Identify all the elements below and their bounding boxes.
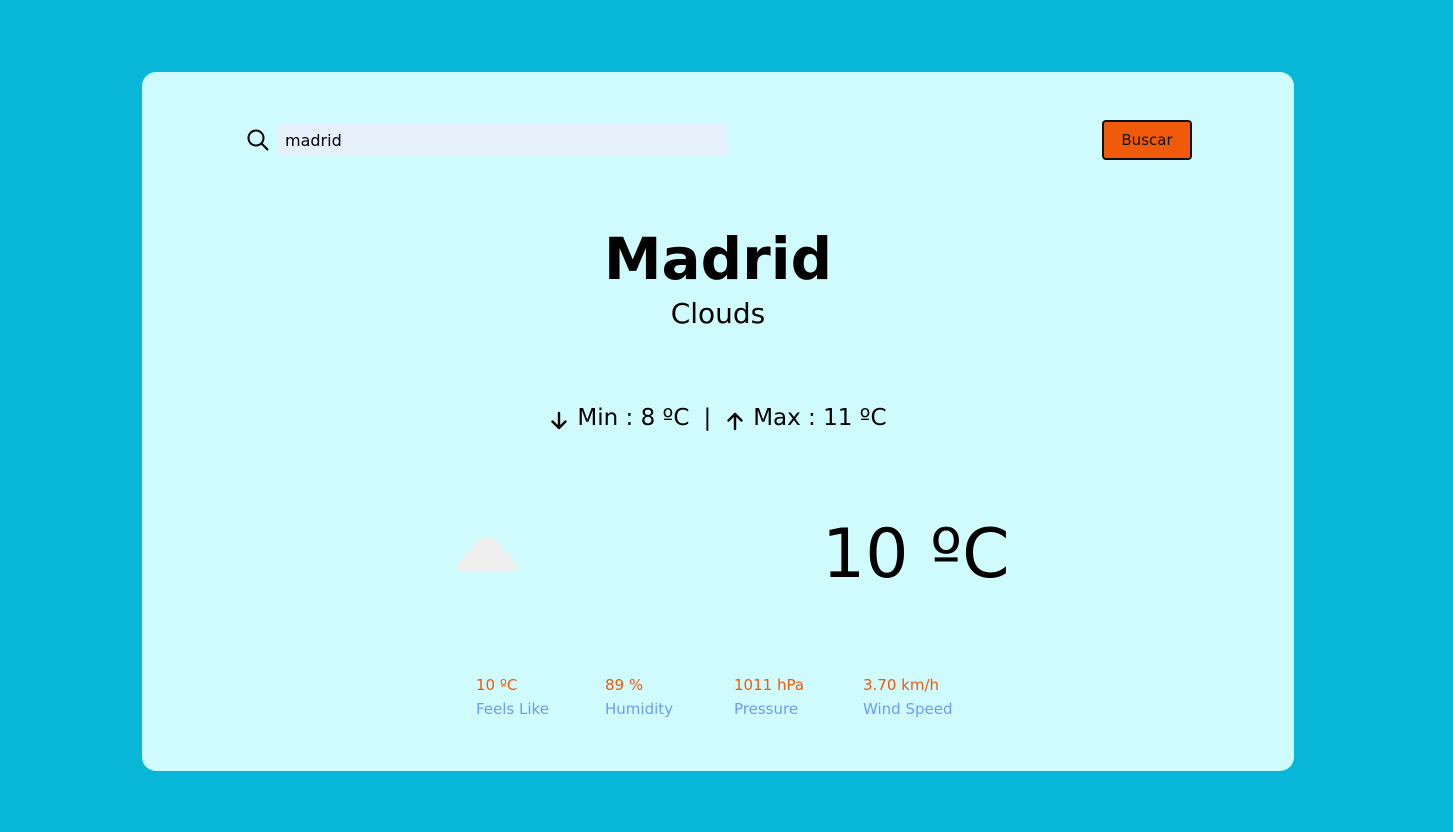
stat-label: Feels Like [476,700,549,718]
stat-label: Wind Speed [863,700,953,718]
weather-card: Buscar Madrid Clouds Min : 8 ºC | Max : … [142,72,1294,771]
stat-value: 10 ºC [476,676,518,694]
stat-value: 89 % [605,676,644,694]
stat-label: Humidity [605,700,674,718]
arrow-up-icon [725,408,745,431]
stat-pressure: 1011 hPa Pressure [734,674,804,722]
min-temperature: Min : 8 ºC [577,405,690,431]
arrow-down-icon [549,408,569,430]
search-input[interactable] [278,124,728,156]
min-max-temperature: Min : 8 ºC | Max : 11 ºC [142,402,1294,434]
stat-humidity: 89 % Humidity [605,674,673,722]
city-name: Madrid [603,225,833,293]
stat-label: Pressure [734,700,799,718]
cloud-icon [454,530,520,576]
stat-value: 3.70 km/h [863,676,940,694]
stat-value: 1011 hPa [734,676,805,694]
current-temperature: 10 ºC [822,515,1010,594]
search-icon[interactable] [246,128,270,152]
stat-wind-speed: 3.70 km/h Wind Speed [863,674,953,722]
separator: | [703,405,712,431]
search-button[interactable]: Buscar [1102,120,1192,160]
weather-condition: Clouds [670,297,766,330]
max-temperature: Max : 11 ºC [753,405,887,431]
stat-feels-like: 10 ºC Feels Like [476,674,549,722]
